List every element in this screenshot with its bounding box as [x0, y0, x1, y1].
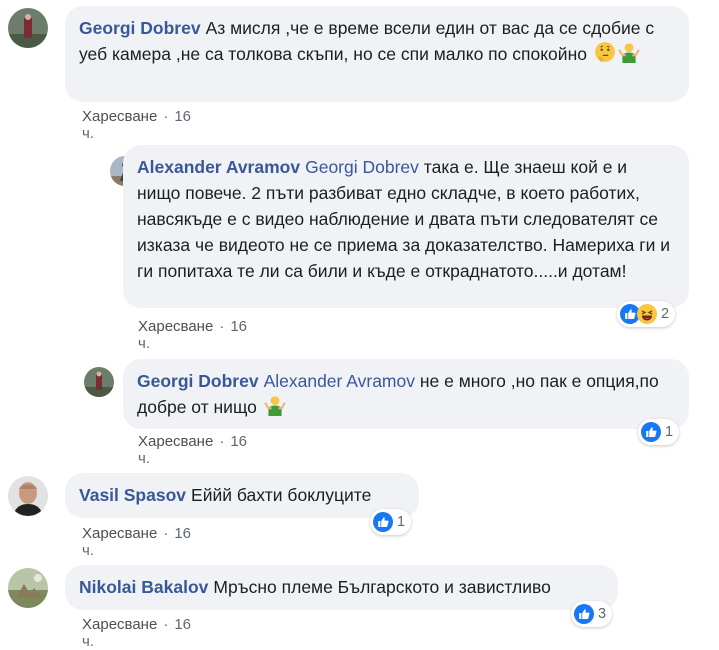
separator: · [163, 616, 169, 633]
separator: · [163, 108, 169, 125]
reaction-summary[interactable]: 1 [370, 509, 412, 535]
mention-link[interactable]: Alexander Avramov [264, 371, 415, 391]
like-button[interactable]: Харесване [138, 433, 213, 450]
comment-author[interactable]: Alexander Avramov [137, 157, 300, 177]
laughing-face-icon [637, 304, 657, 324]
avatar[interactable] [8, 8, 48, 48]
comment-author[interactable]: Georgi Dobrev [137, 371, 259, 391]
comment-actions: Харесване · 16 ч. [82, 616, 191, 650]
reaction-summary[interactable]: 3 [571, 601, 613, 627]
comment-actions: Харесване · 16 ч. [82, 108, 191, 142]
comment-bubble: Vasil Spasov Еййй бахти боклуците [65, 473, 419, 518]
comment-bubble: Nikolai Bakalov Мръсно племе Българското … [65, 565, 618, 610]
comment-bubble: Georgi Dobrev Alexander Avramov не е мног… [123, 359, 689, 429]
like-button[interactable]: Харесване [82, 616, 157, 633]
thumbs-up-icon [373, 512, 393, 532]
thumbs-up-icon [641, 422, 661, 442]
reaction-count: 3 [598, 606, 607, 622]
reaction-count: 1 [665, 424, 674, 440]
avatar[interactable] [84, 367, 114, 397]
reaction-count: 2 [661, 306, 670, 322]
comment-text: Еййй бахти боклуците [191, 485, 372, 505]
comment-actions: Харесване · 16 ч. [82, 525, 191, 559]
avatar[interactable] [8, 568, 48, 608]
comment-author[interactable]: Nikolai Bakalov [79, 577, 208, 597]
person-shrugging-icon [618, 41, 640, 63]
comment-actions: Харесване · 16 ч. [138, 318, 247, 352]
separator: · [219, 433, 225, 450]
mention-link[interactable]: Georgi Dobrev [305, 157, 419, 177]
person-shrugging-icon [264, 394, 286, 416]
reaction-summary[interactable]: 2 [617, 301, 676, 327]
like-button[interactable]: Харесване [82, 108, 157, 125]
separator: · [163, 525, 169, 542]
reaction-count: 1 [397, 514, 406, 530]
comment-bubble: Georgi Dobrev Аз мисля ,че е време всели … [65, 6, 689, 102]
avatar[interactable] [8, 476, 48, 516]
reaction-summary[interactable]: 1 [638, 419, 680, 445]
comment-author[interactable]: Vasil Spasov [79, 485, 186, 505]
comment-text: Мръсно племе Българското и завистливо [213, 577, 551, 597]
comment-actions: Харесване · 16 ч. [138, 433, 247, 467]
like-button[interactable]: Харесване [82, 525, 157, 542]
separator: · [219, 318, 225, 335]
like-button[interactable]: Харесване [138, 318, 213, 335]
comment-bubble: Alexander Avramov Georgi Dobrev така е. Щ… [123, 145, 689, 308]
thinking-face-icon [594, 41, 616, 63]
comment-author[interactable]: Georgi Dobrev [79, 18, 201, 38]
thumbs-up-icon [574, 604, 594, 624]
